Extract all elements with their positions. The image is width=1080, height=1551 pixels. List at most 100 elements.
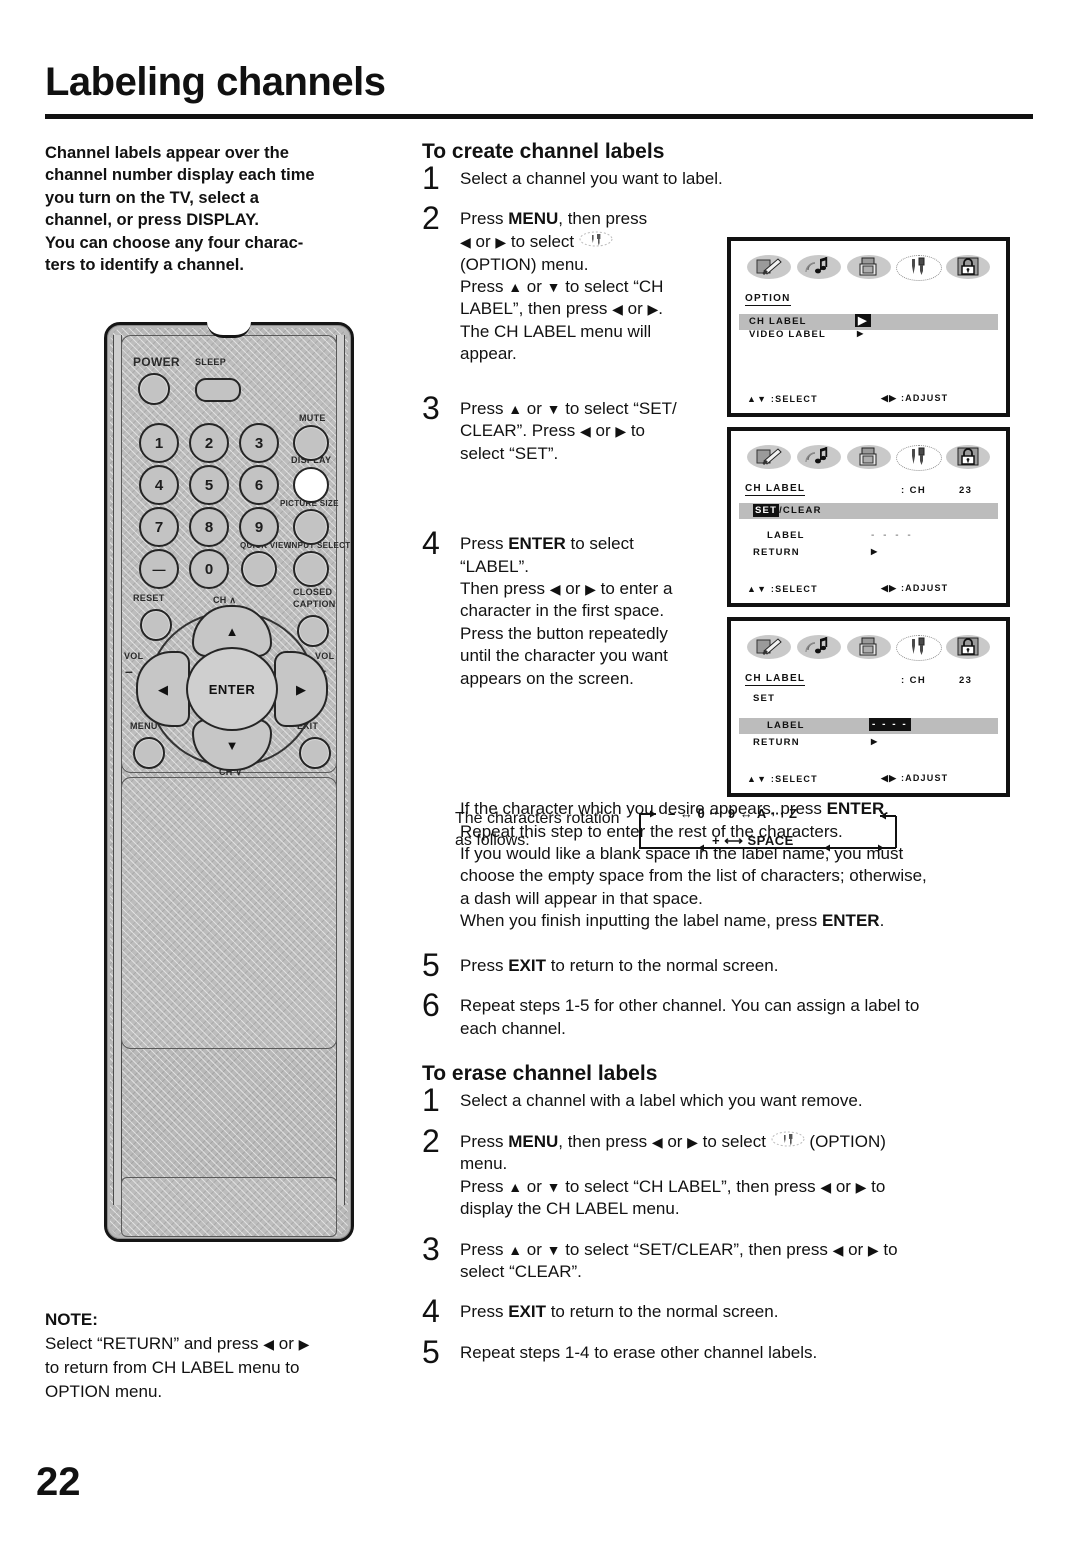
osd-screen-option-menu: OPTION CH LABEL ▶ VIDEO LABEL ▶ ▲▼ :SELE… <box>727 237 1010 417</box>
right-arrow-icon: ▶ <box>867 1241 879 1258</box>
osd2-row-return[interactable]: RETURN <box>753 547 800 558</box>
display-button[interactable] <box>293 467 329 503</box>
rotation-caption-line-2: as follows: <box>455 831 530 849</box>
left-arrow-icon: ◀ <box>263 1336 275 1353</box>
tools-option-icon[interactable] <box>896 252 943 282</box>
osd3-row-label[interactable]: LABEL <box>767 720 805 731</box>
left-arrow-icon: ◀ <box>651 1133 663 1150</box>
intro-line-1: Channel labels appear over the <box>45 144 289 162</box>
tv-setup-icon[interactable] <box>846 442 891 472</box>
music-note-audio-icon[interactable] <box>796 252 841 282</box>
power-button[interactable] <box>138 373 170 405</box>
paintbrush-picture-icon[interactable] <box>747 632 791 662</box>
note-heading: NOTE: <box>45 1310 98 1329</box>
osd2-title: CH LABEL <box>745 483 806 496</box>
osd1-row-video-label[interactable]: VIDEO LABEL <box>749 329 826 340</box>
sleep-button[interactable] <box>195 378 241 402</box>
down-arrow-icon: ▼ <box>546 279 561 296</box>
keypad-3[interactable]: 3 <box>239 423 279 463</box>
picture-size-button[interactable] <box>293 509 329 545</box>
keypad-7[interactable]: 7 <box>139 507 179 547</box>
erase-step-1: 1 Select a channel with a label which yo… <box>422 1084 1037 1116</box>
music-note-audio-icon[interactable] <box>796 632 841 662</box>
left-arrow-icon: ◀ <box>612 301 623 318</box>
create-step-3-text: Press ▲ or ▼ to select “SET/ CLEAR”. Pre… <box>460 398 677 463</box>
music-note-audio-icon[interactable] <box>796 442 841 472</box>
osd-icon-row <box>741 438 996 476</box>
left-arrow-icon: ◀ <box>832 1241 844 1258</box>
erase-step-4-number: 4 <box>422 1293 440 1330</box>
erase-step-5: 5 Repeat steps 1-4 to erase other channe… <box>422 1336 1037 1368</box>
erase-step-1-text: Select a channel with a label which you … <box>460 1091 863 1111</box>
create-step-1-text: Select a channel you want to label. <box>460 169 723 188</box>
erase-step-3: 3 Press ▲ or ▼ to select “SET/CLEAR”, th… <box>422 1233 1037 1284</box>
character-rotation-diagram: – ↔ 0 ··· 9 ↔ A ··· Z + ⟷ SPACE <box>634 806 914 862</box>
enter-button[interactable]: ENTER <box>186 647 278 731</box>
osd3-row-return[interactable]: RETURN <box>753 737 800 748</box>
up-arrow-icon: ▲ <box>508 1178 523 1195</box>
note-line-1-part-a: Select “RETURN” and press <box>45 1334 264 1354</box>
up-triangle-icon: ▲ <box>225 623 239 639</box>
tv-setup-icon[interactable] <box>846 632 891 662</box>
remote-body: POWER SLEEP MUTE DISPLAY PICTURE SIZE QU… <box>104 321 354 1242</box>
quick-view-button[interactable] <box>241 551 277 587</box>
right-triangle-icon: ▶ <box>296 681 306 697</box>
paintbrush-picture-icon[interactable] <box>747 252 791 282</box>
osd-icon-row <box>741 248 996 286</box>
erase-step-3-number: 3 <box>422 1230 440 1267</box>
keypad-4[interactable]: 4 <box>139 465 179 505</box>
osd3-row-set[interactable]: SET <box>753 693 775 704</box>
osd1-footer-adjust: ◀▶ :ADJUST <box>881 393 949 403</box>
osd3-channel-number: 23 <box>959 675 973 686</box>
tools-option-icon[interactable] <box>896 442 943 472</box>
osd3-label-value[interactable]: - - - - <box>869 718 911 731</box>
rotation-caption: The characters rotation as follows: <box>455 808 625 851</box>
lock-parental-icon[interactable] <box>946 442 990 472</box>
create-step-5-number: 5 <box>422 946 440 983</box>
keypad-1[interactable]: 1 <box>139 423 179 463</box>
manual-page: Labeling channels Channel labels appear … <box>0 0 1080 1551</box>
osd2-row-set-clear[interactable]: SET/CLEAR <box>753 504 822 517</box>
keypad-2[interactable]: 2 <box>189 423 229 463</box>
dpad-left-button[interactable]: ◀ <box>136 651 190 727</box>
tools-option-icon[interactable] <box>896 632 943 662</box>
intro-line-3: you turn on the TV, select a <box>45 188 259 207</box>
mute-label: MUTE <box>299 413 326 423</box>
dpad-right-button[interactable]: ▶ <box>274 651 328 727</box>
create-step-1: 1 Select a channel you want to label. <box>422 162 1037 194</box>
osd1-row-ch-label[interactable]: CH LABEL <box>749 316 807 327</box>
osd1-row1-marker: ▶ <box>855 314 871 327</box>
right-arrow-icon: ▶ <box>687 1133 698 1150</box>
keypad-5[interactable]: 5 <box>189 465 229 505</box>
right-arrow-icon: ▶ <box>298 1336 310 1353</box>
osd2-row-label[interactable]: LABEL <box>767 530 805 541</box>
tv-setup-icon[interactable] <box>846 252 891 282</box>
osd2-set-selected: SET <box>753 504 780 517</box>
create-step-4-number: 4 <box>422 525 440 562</box>
create-step-6-text: Repeat steps 1-5 for other channel. You … <box>460 996 920 1038</box>
mute-button[interactable] <box>293 425 329 461</box>
remote-lower-panel <box>121 777 337 1049</box>
keypad-9[interactable]: 9 <box>239 507 279 547</box>
note-line-2: to return from CH LABEL menu to <box>45 1358 300 1378</box>
up-arrow-icon: ▲ <box>508 1241 523 1258</box>
keypad-6[interactable]: 6 <box>239 465 279 505</box>
characters-paragraph-line-4: choose the empty space from the list of … <box>460 866 927 886</box>
lock-parental-icon[interactable] <box>946 252 990 282</box>
characters-paragraph-line-5: a dash will appear in that space. <box>460 888 703 908</box>
input-select-button[interactable] <box>293 551 329 587</box>
lock-parental-icon[interactable] <box>946 632 990 662</box>
left-triangle-icon: ◀ <box>158 681 168 697</box>
osd3-footer-adjust: ◀▶ :ADJUST <box>881 773 949 783</box>
keypad-0[interactable]: 0 <box>189 549 229 589</box>
keypad-8[interactable]: 8 <box>189 507 229 547</box>
keypad-dash[interactable]: — <box>139 549 179 589</box>
paintbrush-picture-icon[interactable] <box>747 442 791 472</box>
remote-right-rail <box>336 335 345 1205</box>
osd2-channel-number: 23 <box>959 485 973 496</box>
osd3-title: CH LABEL <box>745 673 806 686</box>
rotation-top-sequence: – ↔ 0 ··· 9 ↔ A ··· Z <box>668 806 798 821</box>
erase-step-2-text: Press MENU, then press ◀ or ▶ to select … <box>460 1131 886 1219</box>
intro-line-6: ters to identify a channel. <box>45 256 244 275</box>
osd-screen-ch-label-entry: CH LABEL : CH 23 SET LABEL - - - - RETUR… <box>727 617 1010 797</box>
